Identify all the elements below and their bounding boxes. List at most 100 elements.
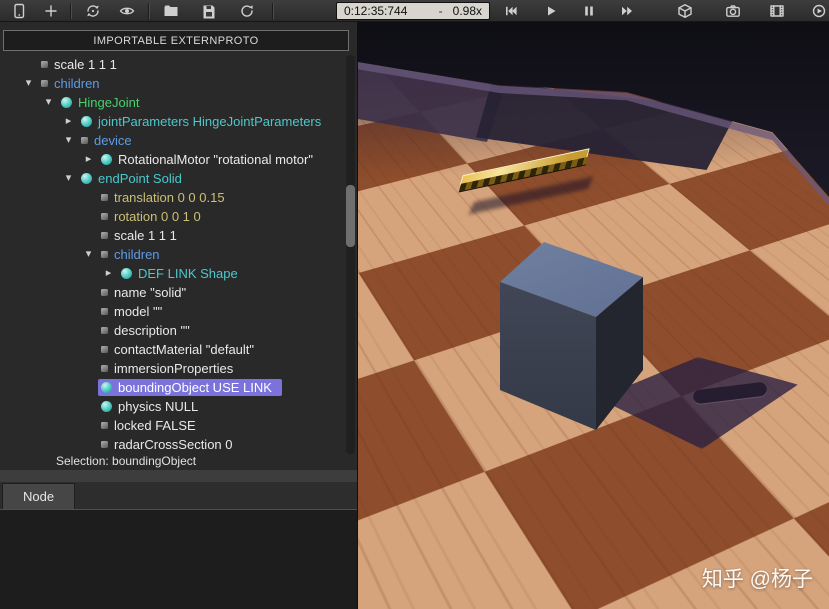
toolbar-separator [148, 3, 149, 19]
tree-item-label: RotationalMotor "rotational motor" [118, 152, 313, 167]
tree-row[interactable]: description "" [0, 321, 343, 340]
tree-row[interactable]: DEF LINK Shape [0, 264, 343, 283]
tree-item-label: children [54, 76, 100, 91]
tree-item-label: endPoint Solid [98, 171, 182, 186]
node-dot-icon [81, 116, 92, 127]
scene-tree-panel: IMPORTABLE EXTERNPROTO scale 1 1 1 child… [0, 22, 358, 609]
node-dot-icon [121, 268, 132, 279]
speed-value: 0.98x [452, 4, 482, 18]
chevron-down-icon[interactable] [62, 173, 75, 184]
webots-window: 0:12:35:744 - 0.98x IMPORTABLE EXTERNPRO… [0, 0, 829, 609]
chevron-right-icon[interactable] [102, 268, 115, 279]
tree-row[interactable]: HingeJoint [0, 93, 343, 112]
tab-node[interactable]: Node [2, 483, 76, 509]
fast-forward-button[interactable] [614, 1, 640, 21]
tree-row[interactable]: jointParameters HingeJointParameters [0, 112, 343, 131]
tree-item-label: description "" [114, 323, 190, 338]
node-dot-icon [101, 382, 112, 393]
field-dot-icon [101, 232, 108, 239]
pause-button[interactable] [576, 1, 602, 21]
tree-row[interactable]: scale 1 1 1 [0, 226, 343, 245]
tree-row[interactable]: physics NULL [0, 397, 343, 416]
tree-scrollbar-track[interactable] [346, 55, 355, 454]
virtual-time-value: 0:12:35:744 [344, 4, 408, 18]
field-dot-icon [101, 365, 108, 372]
solid-view-button[interactable] [672, 1, 698, 21]
tree-row[interactable]: children [0, 74, 343, 93]
tree-item-label: DEF LINK Shape [138, 266, 238, 281]
tree-row[interactable]: locked FALSE [0, 416, 343, 435]
panel-splitter[interactable] [0, 470, 357, 482]
tree-item-label: contactMaterial "default" [114, 342, 255, 357]
tree-row[interactable]: device [0, 131, 343, 150]
plus-icon [45, 5, 57, 17]
cube-icon [678, 4, 692, 18]
real-time-play-button[interactable] [538, 1, 564, 21]
chevron-down-icon[interactable] [42, 97, 55, 108]
chevron-right-icon[interactable] [62, 116, 75, 127]
tree-row[interactable]: radarCrossSection 0 [0, 435, 343, 454]
chevron-right-icon[interactable] [82, 154, 95, 165]
movie-record-button[interactable] [764, 1, 790, 21]
tree-item-label: device [94, 133, 132, 148]
tree-item-label: HingeJoint [78, 95, 140, 110]
reload-icon [241, 5, 253, 17]
revert-button[interactable] [234, 1, 260, 21]
pause-icon [585, 6, 593, 16]
tree-scrollbar-thumb[interactable] [346, 185, 355, 247]
node-dot-icon [101, 401, 112, 412]
chevron-down-icon[interactable] [22, 78, 35, 89]
rewind-button[interactable] [498, 1, 524, 21]
watermark: 知乎 @杨子 [701, 568, 813, 591]
node-dot-icon [101, 154, 112, 165]
tree-item-label: immersionProperties [114, 361, 234, 376]
field-dot-icon [101, 194, 108, 201]
node-dot-icon [61, 97, 72, 108]
camera-icon [726, 5, 740, 17]
field-dot-icon [101, 251, 108, 258]
field-dot-icon [41, 61, 48, 68]
tree-row[interactable]: children [0, 245, 343, 264]
tree-row[interactable]: model "" [0, 302, 343, 321]
tree-row[interactable]: immersionProperties [0, 359, 343, 378]
field-dot-icon [101, 327, 108, 334]
tree-row[interactable]: translation 0 0 0.15 [0, 188, 343, 207]
viewpoint-button[interactable] [114, 1, 140, 21]
tree-item-label: scale 1 1 1 [54, 57, 117, 72]
play-icon [548, 6, 556, 16]
tree-item-label: rotation 0 0 1 0 [114, 209, 201, 224]
orbit-icon [87, 5, 99, 17]
tree-item-label: jointParameters HingeJointParameters [98, 114, 322, 129]
chevron-down-icon[interactable] [82, 249, 95, 260]
add-node-button[interactable] [38, 1, 64, 21]
tree-item-label: locked FALSE [114, 418, 196, 433]
selection-highlight: boundingObject USE LINK [98, 379, 282, 396]
time-speed-dash: - [438, 4, 443, 18]
field-dot-icon [101, 441, 108, 448]
field-dot-icon [101, 289, 108, 296]
tree-row-selected[interactable]: boundingObject USE LINK [0, 378, 343, 397]
field-dot-icon [101, 422, 108, 429]
field-dot-icon [101, 308, 108, 315]
chevron-down-icon[interactable] [62, 135, 75, 146]
field-dot-icon [41, 80, 48, 87]
importable-externproto-button[interactable]: IMPORTABLE EXTERNPROTO [3, 30, 349, 51]
tree-item-label: model "" [114, 304, 163, 319]
orbit-view-button[interactable] [80, 1, 106, 21]
robot-window-button[interactable] [6, 1, 32, 21]
field-dot-icon [81, 137, 88, 144]
tree-row[interactable]: scale 1 1 1 [0, 55, 343, 74]
screenshot-button[interactable] [720, 1, 746, 21]
open-file-button[interactable] [158, 1, 184, 21]
film-icon [770, 5, 784, 17]
tree-row[interactable]: rotation 0 0 1 0 [0, 207, 343, 226]
tree-row[interactable]: endPoint Solid [0, 169, 343, 188]
simulation-3d-view[interactable]: 知乎 @杨子 [358, 22, 829, 609]
streaming-button[interactable] [806, 1, 829, 21]
tree-row[interactable]: contactMaterial "default" [0, 340, 343, 359]
tree-row[interactable]: name "solid" [0, 283, 343, 302]
robot-window-icon [14, 3, 25, 19]
tree-row[interactable]: RotationalMotor "rotational motor" [0, 150, 343, 169]
save-button[interactable] [196, 1, 222, 21]
selection-status: Selection: boundingObject [56, 454, 197, 468]
